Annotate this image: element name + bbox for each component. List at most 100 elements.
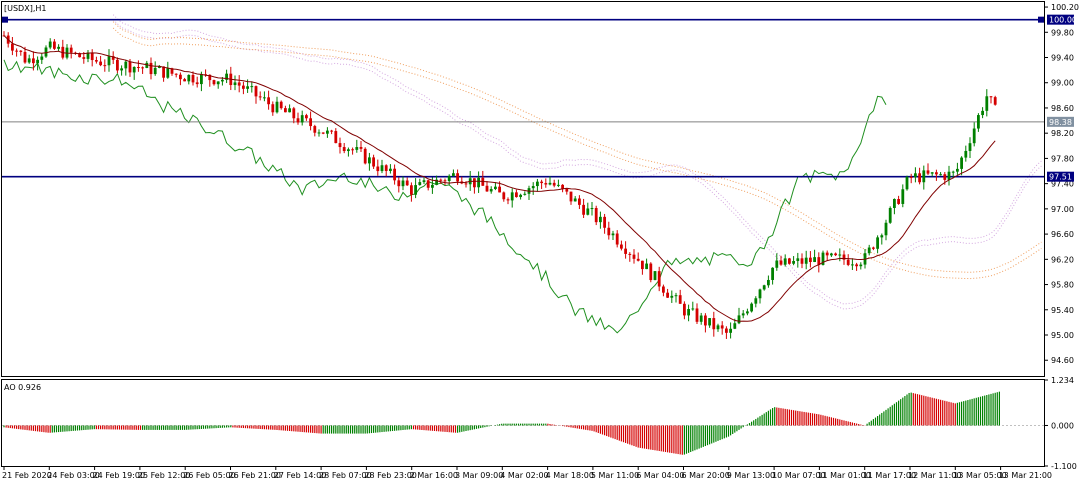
time-tick-label: 3 Mar 09:00 xyxy=(455,471,503,480)
candle-body xyxy=(267,97,270,105)
price-tick-label: 95.00 xyxy=(1051,331,1074,340)
candle-body xyxy=(48,41,52,48)
candle-body xyxy=(426,180,430,188)
candle-body xyxy=(212,80,216,85)
candle-body xyxy=(628,253,632,255)
candle-body xyxy=(674,295,678,297)
time-tick-label: 21 Feb 2020 xyxy=(2,471,52,480)
candle-body xyxy=(536,181,539,187)
candle-body xyxy=(632,254,636,259)
candle-body xyxy=(258,96,262,98)
candle-body xyxy=(569,191,573,202)
price-badge-label: 100.00 xyxy=(1049,16,1077,25)
level-handle-right xyxy=(1038,16,1044,23)
candle-body xyxy=(989,96,993,98)
candle-body xyxy=(775,260,779,268)
candle-body xyxy=(174,73,178,75)
price-badge-label: 98.38 xyxy=(1049,118,1072,127)
candle-body xyxy=(851,264,854,266)
candle-body xyxy=(296,118,300,123)
candle-body xyxy=(607,227,611,236)
candle-body xyxy=(473,178,476,188)
candle-body xyxy=(11,43,14,51)
candle-body xyxy=(275,101,279,113)
candle-body xyxy=(149,62,153,75)
candle-body xyxy=(951,171,955,173)
candle-body xyxy=(565,188,569,192)
candle-body xyxy=(271,104,275,113)
price-badge-label: 97.51 xyxy=(1049,173,1072,182)
candle-body xyxy=(95,60,98,62)
candle-body xyxy=(914,173,917,178)
candle-body xyxy=(40,56,44,60)
candle-body xyxy=(893,199,896,208)
candle-body xyxy=(515,192,518,198)
candle-body xyxy=(683,303,686,316)
candle-body xyxy=(393,168,396,181)
candle-body xyxy=(603,216,606,228)
candle-body xyxy=(746,311,749,314)
candle-body xyxy=(561,184,564,189)
candle-body xyxy=(309,118,312,127)
candle-body xyxy=(107,56,111,66)
price-tick-label: 97.80 xyxy=(1051,154,1074,163)
candle-body xyxy=(389,168,392,172)
candle-body xyxy=(221,79,224,82)
level-handle-left xyxy=(2,16,8,23)
candle-body xyxy=(368,157,371,164)
candle-body xyxy=(662,286,665,293)
candle-body xyxy=(578,198,581,205)
candle-body xyxy=(695,308,699,322)
candle-body xyxy=(649,263,653,281)
candle-body xyxy=(300,115,304,123)
candle-body xyxy=(813,257,816,263)
candle-body xyxy=(397,180,401,187)
candle-body xyxy=(830,253,833,256)
candle-body xyxy=(611,233,615,236)
time-tick-label: 6 Mar 04:00 xyxy=(636,471,684,480)
candle-body xyxy=(254,86,258,97)
price-tick-label: 100.20 xyxy=(1051,3,1079,12)
candle-body xyxy=(494,186,497,190)
price-tick-label: 96.20 xyxy=(1051,255,1074,264)
candle-body xyxy=(905,176,909,190)
candle-body xyxy=(380,165,384,172)
candle-body xyxy=(137,66,140,68)
candle-body xyxy=(670,295,674,298)
candle-body xyxy=(767,279,770,286)
candle-body xyxy=(53,41,56,49)
candle-body xyxy=(242,85,245,89)
candle-body xyxy=(935,172,938,175)
candle-body xyxy=(279,101,283,109)
candle-body xyxy=(939,174,942,176)
candle-body xyxy=(523,193,527,195)
candle-body xyxy=(922,170,926,183)
price-tick-label: 95.40 xyxy=(1051,306,1074,315)
candle-body xyxy=(897,199,900,204)
candle-body xyxy=(284,108,287,113)
candle-body xyxy=(624,248,627,254)
price-tick-label: 98.20 xyxy=(1051,129,1074,138)
candle-body xyxy=(317,132,321,134)
candle-body xyxy=(825,252,829,256)
candle-body xyxy=(82,57,86,59)
candle-body xyxy=(237,82,241,86)
candle-body xyxy=(540,181,543,184)
candle-body xyxy=(855,264,858,267)
candle-body xyxy=(195,82,199,85)
candle-body xyxy=(582,204,585,215)
candle-body xyxy=(901,189,905,204)
candle-body xyxy=(720,325,724,329)
candle-body xyxy=(888,207,892,223)
candle-body xyxy=(918,173,921,183)
candle-body xyxy=(531,186,535,189)
candle-body xyxy=(691,308,695,310)
candle-body xyxy=(233,82,237,86)
candle-body xyxy=(32,58,35,64)
candle-body xyxy=(179,74,182,80)
candle-body xyxy=(699,315,703,322)
candle-body xyxy=(166,68,170,78)
candle-body xyxy=(981,110,984,116)
candle-body xyxy=(737,315,741,324)
candle-body xyxy=(477,177,480,188)
